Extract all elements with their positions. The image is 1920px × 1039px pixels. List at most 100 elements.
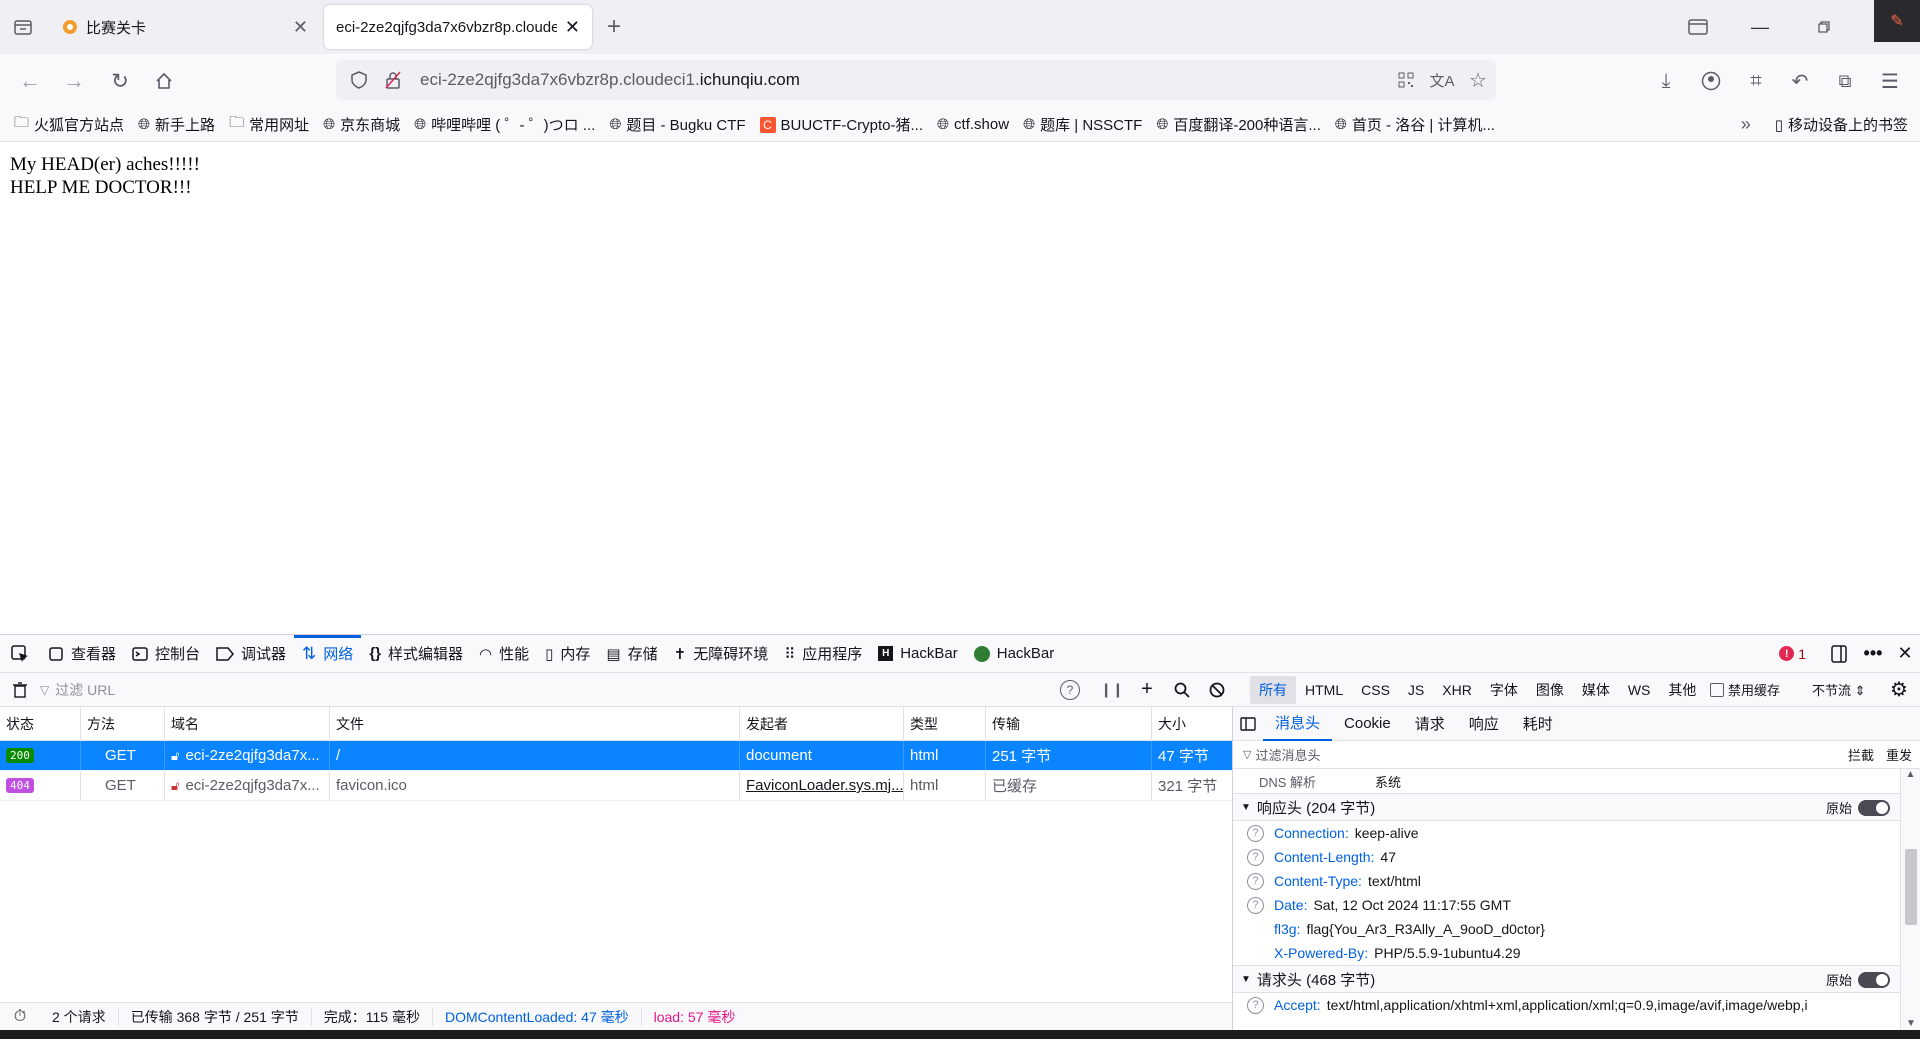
close-devtools-icon[interactable]: ✕ [1890, 643, 1920, 664]
type-filter-media[interactable]: 媒体 [1573, 680, 1619, 700]
bookmark-item[interactable]: 🌐︎ 百度翻译-200种语言... [1156, 114, 1321, 135]
tool-debugger[interactable]: 调试器 [208, 635, 294, 673]
sidebar-toggle-icon[interactable] [1668, 0, 1728, 54]
resend-button[interactable]: 重发 [1886, 745, 1912, 764]
help-icon[interactable]: ? [1247, 848, 1264, 866]
bookmark-item[interactable]: 🌐︎ 首页 - 洛谷 | 计算机... [1335, 114, 1495, 135]
bookmark-item[interactable]: 🌐︎ 新手上路 [138, 114, 215, 135]
close-tab-icon[interactable]: ✕ [565, 17, 580, 38]
throttle-select[interactable]: 不节流 ⇕ [1812, 680, 1866, 699]
tool-storage[interactable]: ▤ 存储 [598, 635, 665, 673]
type-filter-css[interactable]: CSS [1352, 682, 1399, 698]
tab-request[interactable]: 请求 [1403, 707, 1457, 741]
screenshot-crop-icon[interactable]: ⌗ [1742, 70, 1770, 93]
col-status[interactable]: 状态 [0, 707, 81, 740]
url-filter-input[interactable]: ▽ 过滤 URL [40, 680, 1040, 700]
type-filter-html[interactable]: HTML [1296, 682, 1352, 698]
account-icon[interactable] [1697, 71, 1725, 91]
mobile-bookmarks-folder[interactable]: ▯ 移动设备上的书签 [1775, 114, 1908, 135]
tracking-protection-shield-icon[interactable] [348, 71, 370, 89]
block-icon[interactable] [1207, 682, 1227, 698]
tool-application[interactable]: ⠿ 应用程序 [776, 635, 870, 673]
element-picker-icon[interactable] [0, 635, 40, 673]
bookmark-item[interactable]: C BUUCTF-Crypto-猪... [759, 114, 923, 135]
forward-icon[interactable]: → [60, 67, 88, 95]
bookmark-item[interactable]: 🌐︎ 题库 | NSSCTF [1023, 114, 1142, 135]
bookmark-item[interactable]: 🗀 常用网址 [229, 112, 309, 137]
search-icon[interactable] [1172, 682, 1192, 698]
qr-code-icon[interactable] [1388, 72, 1424, 88]
tool-hackbar-1[interactable]: H HackBar [870, 635, 966, 673]
error-count[interactable]: ! 1 [1779, 646, 1806, 662]
tool-inspector[interactable]: 查看器 [40, 635, 124, 673]
request-headers-section[interactable]: ▼ 请求头 (468 字节) 原始 [1233, 965, 1920, 993]
help-icon[interactable]: ? [1247, 824, 1264, 842]
table-row[interactable]: 404 GET 🔓︎ eci-2ze2qjfg3da7x... favicon.i… [0, 771, 1232, 801]
type-filter-other[interactable]: 其他 [1659, 680, 1705, 700]
headers-filter-input[interactable]: 过滤消息头 [1255, 745, 1320, 764]
bookmark-item[interactable]: 🗀 火狐官方站点 [14, 112, 124, 137]
tab-challenge[interactable]: eci-2ze2qjfg3da7x6vbzr8p.cloudeci1.ichun… [324, 5, 592, 49]
extensions-puzzle-icon[interactable]: ⧉ [1831, 71, 1859, 92]
add-request-icon[interactable]: + [1137, 678, 1157, 701]
bookmark-item[interactable]: 🌐︎ 题目 - Bugku CTF [609, 114, 745, 135]
tool-hackbar-2[interactable]: HackBar [966, 635, 1063, 673]
tool-network[interactable]: ⇅ 网络 [294, 634, 362, 673]
restore-icon[interactable] [1792, 0, 1856, 54]
translate-icon[interactable]: 文A [1424, 70, 1460, 91]
col-file[interactable]: 文件 [330, 707, 740, 740]
new-tab-icon[interactable]: + [592, 5, 636, 49]
type-filter-js[interactable]: JS [1399, 682, 1433, 698]
tool-console[interactable]: 控制台 [124, 635, 208, 673]
more-bookmarks-chevron-icon[interactable]: » [1731, 114, 1761, 135]
block-button[interactable]: 拦截 [1848, 745, 1874, 764]
minimize-icon[interactable]: — [1728, 0, 1792, 54]
pause-icon[interactable]: ❙❙ [1100, 681, 1123, 698]
performance-timer-icon[interactable]: ⏱ [0, 1008, 40, 1026]
col-transferred[interactable]: 传输 [986, 707, 1152, 740]
tab-headers[interactable]: 消息头 [1263, 707, 1333, 741]
raw-toggle[interactable] [1858, 972, 1890, 988]
col-method[interactable]: 方法 [81, 707, 165, 740]
help-icon[interactable]: ? [1247, 872, 1264, 890]
downloads-icon[interactable]: ⤓ [1652, 70, 1680, 93]
back-icon[interactable]: ← [16, 67, 44, 95]
tab-timings[interactable]: 耗时 [1511, 707, 1565, 741]
col-domain[interactable]: 域名 [165, 707, 330, 740]
bookmark-item[interactable]: 🌐︎ 哔哩哔哩 ( ゜- ゜)つロ ... [414, 114, 595, 135]
type-filter-fonts[interactable]: 字体 [1481, 680, 1527, 700]
tab-list-icon[interactable] [0, 5, 46, 49]
details-scrollbar[interactable]: ▲ ▼ [1900, 769, 1920, 1031]
toggle-sidebar-icon[interactable] [1233, 716, 1263, 731]
dock-side-icon[interactable] [1822, 644, 1856, 663]
col-type[interactable]: 类型 [904, 707, 986, 740]
response-headers-section[interactable]: ▼ 响应头 (204 字节) 原始 [1233, 793, 1920, 821]
scroll-up-arrow-icon[interactable]: ▲ [1901, 769, 1920, 780]
col-initiator[interactable]: 发起者 [740, 707, 904, 740]
col-size[interactable]: 大小 [1152, 707, 1232, 740]
scrollbar-thumb[interactable] [1905, 849, 1917, 925]
type-filter-xhr[interactable]: XHR [1433, 682, 1481, 698]
disable-cache-checkbox[interactable]: 禁用缓存 [1710, 680, 1780, 699]
type-filter-images[interactable]: 图像 [1527, 680, 1573, 700]
tool-style-editor[interactable]: {} 样式编辑器 [361, 635, 471, 673]
tab-contest[interactable]: 比赛关卡 ✕ [50, 5, 320, 49]
bookmark-item[interactable]: 🌐︎ ctf.show [937, 116, 1009, 133]
url-bar[interactable]: eci-2ze2qjfg3da7x6vbzr8p.cloudeci1.ichun… [336, 60, 1496, 100]
scroll-down-arrow-icon[interactable]: ▼ [1901, 1018, 1920, 1029]
close-tab-icon[interactable]: ✕ [293, 17, 308, 38]
reload-icon[interactable]: ↻ [106, 67, 134, 95]
tab-response[interactable]: 响应 [1457, 707, 1511, 741]
home-icon[interactable] [150, 67, 178, 95]
type-filter-all[interactable]: 所有 [1250, 675, 1296, 704]
menu-hamburger-icon[interactable]: ☰ [1876, 69, 1904, 94]
help-icon[interactable]: ? [1060, 679, 1080, 700]
type-filter-ws[interactable]: WS [1619, 682, 1660, 698]
bookmark-item[interactable]: 🌐︎ 京东商城 [323, 114, 400, 135]
raw-toggle[interactable] [1858, 800, 1890, 816]
tab-cookies[interactable]: Cookie [1332, 707, 1403, 741]
more-options-icon[interactable]: ••• [1856, 643, 1890, 664]
tool-performance[interactable]: ◠ 性能 [471, 635, 537, 673]
initiator-link[interactable]: FaviconLoader.sys.mj... [746, 777, 903, 794]
url-text[interactable]: eci-2ze2qjfg3da7x6vbzr8p.cloudeci1.ichun… [420, 70, 800, 90]
